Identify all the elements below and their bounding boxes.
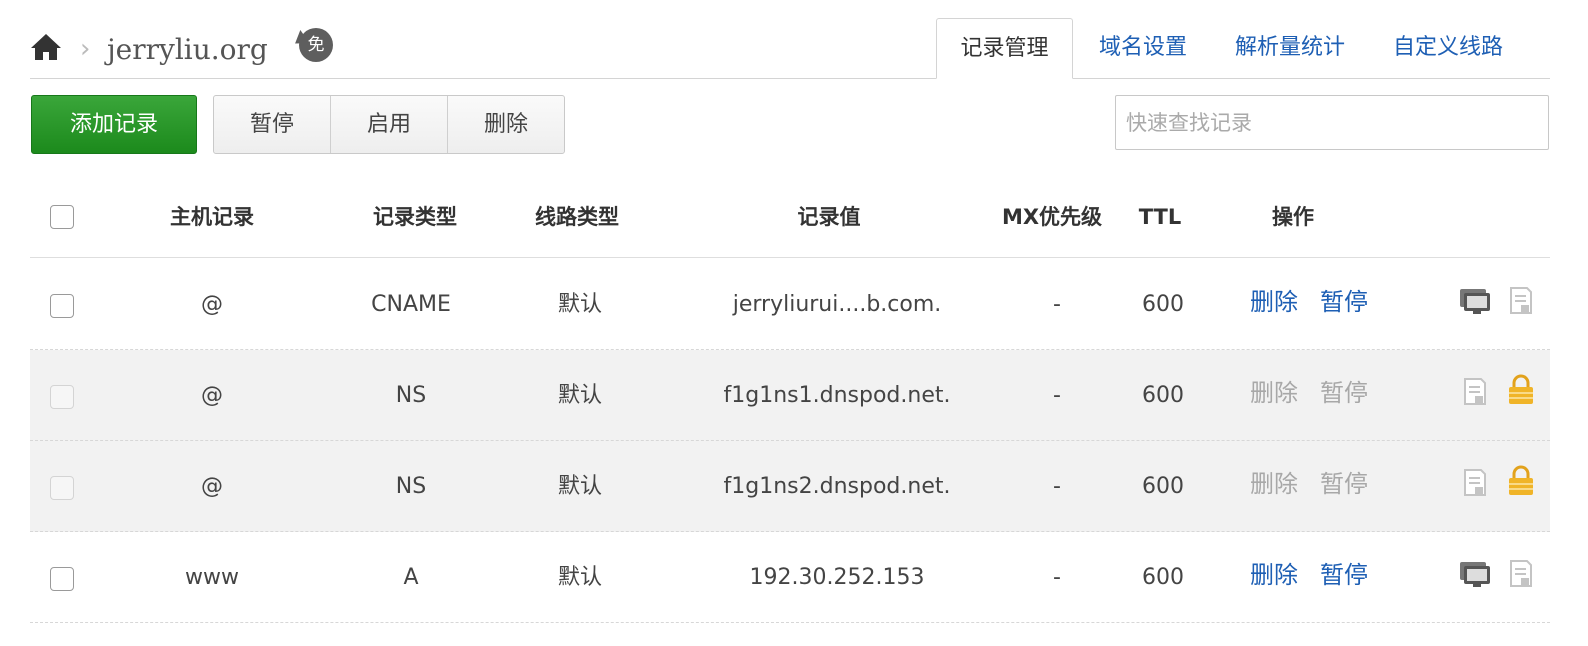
batch-action-group: 暂停 启用 删除 xyxy=(213,95,565,154)
row-delete-link: 删除 xyxy=(1250,470,1298,498)
breadcrumb-separator: › xyxy=(80,34,91,64)
col-host: 主机记录 xyxy=(170,205,254,229)
cell-host: @ xyxy=(201,292,223,317)
row-checkbox[interactable] xyxy=(50,567,74,591)
row-delete-link: 删除 xyxy=(1250,379,1298,407)
select-all-checkbox[interactable] xyxy=(50,205,74,229)
cell-value: f1g1ns2.dnspod.net. xyxy=(723,474,951,499)
col-value: 记录值 xyxy=(797,205,861,229)
cell-line: 默认 xyxy=(557,383,603,408)
tab-domain-settings[interactable]: 域名设置 xyxy=(1099,18,1187,79)
cell-line: 默认 xyxy=(557,565,603,590)
table-row: @ NS 默认 f1g1ns1.dnspod.net. - 600 删除 暂停 xyxy=(30,350,1550,441)
tab-custom-lines[interactable]: 自定义线路 xyxy=(1393,18,1503,79)
col-ttl: TTL xyxy=(1138,205,1182,229)
tab-resolution-stats[interactable]: 解析量统计 xyxy=(1235,18,1345,79)
table-row: www A 默认 192.30.252.153 - 600 删除 暂停 xyxy=(30,532,1550,623)
cell-host: @ xyxy=(201,383,223,408)
cell-line: 默认 xyxy=(557,292,603,317)
cell-type: CNAME xyxy=(371,292,451,317)
lock-icon xyxy=(1509,374,1533,404)
cell-line: 默认 xyxy=(557,474,603,499)
monitor-icon[interactable] xyxy=(1458,286,1494,316)
row-pause-link[interactable]: 暂停 xyxy=(1320,259,1368,345)
note-icon[interactable] xyxy=(1508,286,1534,316)
row-checkbox xyxy=(50,385,74,409)
cell-mx: - xyxy=(1053,474,1061,499)
table-row: @ CNAME 默认 jerryliurui....b.com. - 600 删… xyxy=(30,259,1550,350)
tab-record-management[interactable]: 记录管理 xyxy=(936,18,1073,79)
lock-icon xyxy=(1509,465,1533,495)
cell-type: NS xyxy=(395,474,427,499)
cell-host: www xyxy=(185,565,239,590)
table-header: 主机记录 记录类型 线路类型 记录值 MX优先级 TTL 操作 xyxy=(30,182,1550,258)
row-delete-link[interactable]: 删除 xyxy=(1250,259,1298,345)
domain-name: jerryliu.org xyxy=(107,33,268,66)
cell-mx: - xyxy=(1053,565,1061,590)
cell-mx: - xyxy=(1053,383,1061,408)
col-actions: 操作 xyxy=(1272,205,1314,229)
cell-value: f1g1ns1.dnspod.net. xyxy=(723,383,951,408)
cell-type: NS xyxy=(395,383,427,408)
table-row: @ NS 默认 f1g1ns2.dnspod.net. - 600 删除 暂停 xyxy=(30,441,1550,532)
add-record-button[interactable]: 添加记录 xyxy=(31,95,197,154)
col-type: 记录类型 xyxy=(373,205,457,229)
cell-host: @ xyxy=(201,474,223,499)
col-mx: MX优先级 xyxy=(1001,205,1103,229)
enable-button[interactable]: 启用 xyxy=(331,96,448,153)
free-badge-label: 免 xyxy=(299,28,333,62)
cell-value: jerryliurui....b.com. xyxy=(732,292,942,317)
col-line: 线路类型 xyxy=(535,205,619,229)
row-pause-link: 暂停 xyxy=(1320,470,1368,498)
cell-ttl: 600 xyxy=(1142,383,1184,408)
search-input[interactable] xyxy=(1115,95,1549,150)
note-icon[interactable] xyxy=(1508,559,1534,589)
row-pause-link: 暂停 xyxy=(1320,379,1368,407)
row-delete-link[interactable]: 删除 xyxy=(1250,532,1298,618)
cell-ttl: 600 xyxy=(1142,292,1184,317)
row-checkbox xyxy=(50,476,74,500)
row-pause-link[interactable]: 暂停 xyxy=(1320,532,1368,618)
cell-mx: - xyxy=(1053,292,1061,317)
note-icon xyxy=(1464,378,1486,405)
cell-ttl: 600 xyxy=(1142,474,1184,499)
cell-ttl: 600 xyxy=(1142,565,1184,590)
monitor-icon[interactable] xyxy=(1458,559,1494,589)
row-checkbox[interactable] xyxy=(50,294,74,318)
tab-bar: 记录管理 域名设置 解析量统计 自定义线路 xyxy=(936,18,1503,79)
pause-button[interactable]: 暂停 xyxy=(214,96,331,153)
free-plan-badge: 免 xyxy=(290,28,336,64)
delete-button[interactable]: 删除 xyxy=(448,96,564,153)
home-icon[interactable] xyxy=(30,31,62,63)
note-icon xyxy=(1464,469,1486,496)
cell-value: 192.30.252.153 xyxy=(749,565,925,590)
cell-type: A xyxy=(403,565,419,590)
